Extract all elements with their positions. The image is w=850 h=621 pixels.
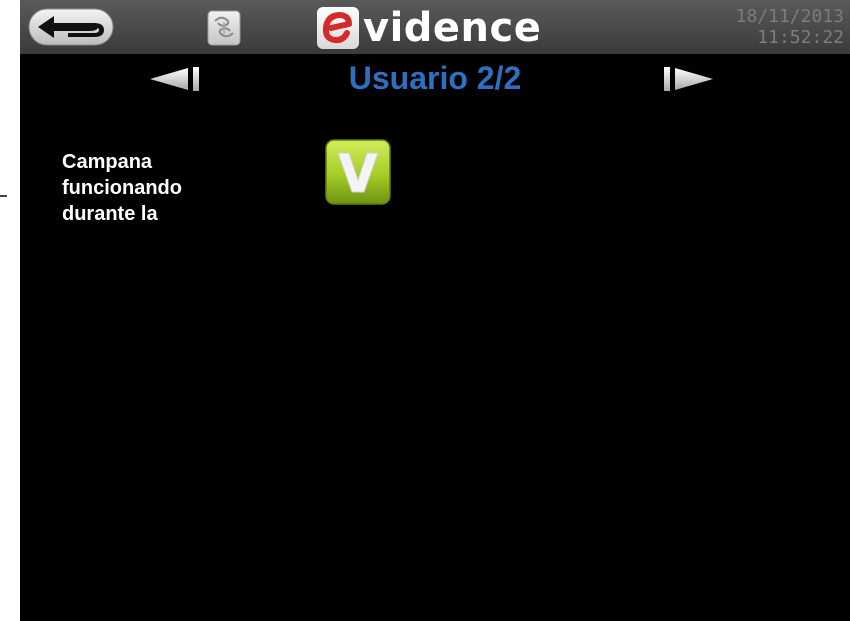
confirm-checkbox-button[interactable] xyxy=(324,138,392,206)
evidence-logo: vidence xyxy=(316,2,546,52)
back-arrow-icon xyxy=(28,8,114,46)
fan-icon xyxy=(207,10,241,46)
page-title: Usuario 2/2 xyxy=(348,60,522,96)
setting-label-line-1: Campana xyxy=(62,151,153,173)
time-text: 11:52:22 xyxy=(757,27,844,48)
setting-label: Campana funcionando durante la xyxy=(62,149,262,227)
datetime-display: 18/11/2013 11:52:22 xyxy=(736,6,844,48)
arrow-left-icon xyxy=(150,67,199,91)
edge-mark xyxy=(0,195,7,197)
previous-page-button[interactable] xyxy=(148,64,202,94)
evidence-logo-badge xyxy=(317,7,359,49)
evidence-logo-text: vidence xyxy=(363,5,542,51)
next-page-button[interactable] xyxy=(661,64,715,94)
setting-label-line-2: funcionando xyxy=(62,177,182,199)
arrow-right-icon xyxy=(664,67,713,91)
top-bar: vidence 18/11/2013 11:52:22 xyxy=(20,0,850,54)
check-v-icon xyxy=(325,139,391,205)
date-text: 18/11/2013 xyxy=(735,6,844,27)
device-screen: vidence 18/11/2013 11:52:22 Usuario 2/2 xyxy=(20,0,850,621)
setting-label-line-3: durante la xyxy=(62,203,158,225)
fan-button[interactable] xyxy=(202,9,246,47)
back-button[interactable] xyxy=(28,8,114,46)
